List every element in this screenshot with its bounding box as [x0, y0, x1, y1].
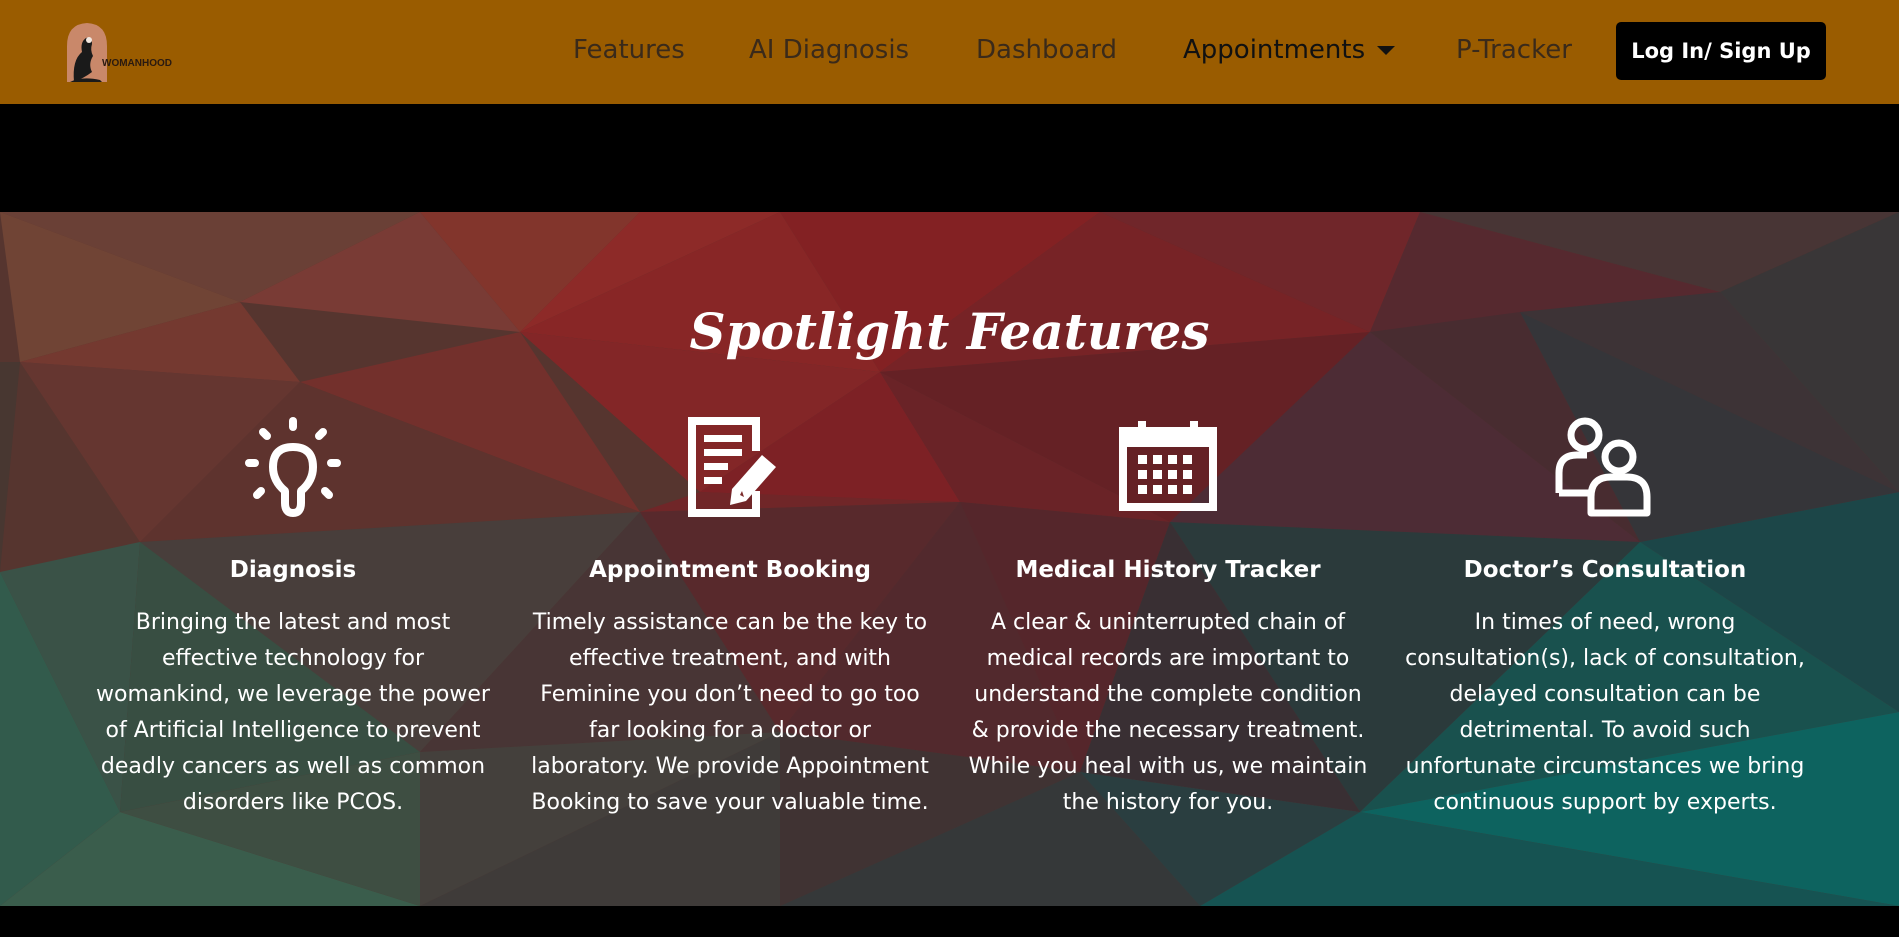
logo-emblem-icon — [67, 23, 107, 82]
feature-card-diagnosis: Diagnosis Bringing the latest and most e… — [83, 417, 503, 821]
feature-description: In times of need, wrong consultation(s),… — [1405, 610, 1805, 815]
lightbulb-icon — [245, 417, 341, 517]
feature-title: Appointment Booking — [589, 557, 871, 583]
feature-title: Diagnosis — [229, 557, 357, 583]
login-signup-button[interactable]: Log In/ Sign Up — [1616, 22, 1826, 80]
feature-card-doctor-consultation: Doctor’s Consultation In times of need, … — [1395, 417, 1815, 821]
calendar-icon — [1119, 421, 1217, 511]
chevron-down-icon — [1377, 46, 1396, 55]
nav-link-appointments-label: Appointments — [1183, 35, 1366, 65]
feature-card-appointment-booking: Appointment Booking Timely assistance ca… — [520, 417, 940, 821]
section-title: Spotlight Features — [689, 302, 1210, 361]
navbar: WOMANHOOD Features AI Diagnosis Dashboar… — [0, 0, 1899, 104]
nav-link-dashboard[interactable]: Dashboard — [976, 30, 1117, 70]
feature-title: Doctor’s Consultation — [1463, 557, 1747, 583]
nav-link-features[interactable]: Features — [573, 30, 685, 70]
users-icon — [1555, 417, 1651, 517]
nav-link-ai-diagnosis[interactable]: AI Diagnosis — [749, 30, 909, 70]
nav-link-p-tracker[interactable]: P-Tracker — [1456, 30, 1572, 70]
feature-description: A clear & uninterrupted chain of medical… — [968, 610, 1368, 815]
feature-title: Medical History Tracker — [1015, 557, 1321, 583]
feature-card-medical-history: Medical History Tracker A clear & uninte… — [958, 417, 1378, 821]
spotlight-features-section: Spotlight Features Diagnosis Bringing th… — [0, 212, 1899, 906]
feature-description: Bringing the latest and most effective t… — [96, 610, 490, 815]
womanhood-logo[interactable]: WOMANHOOD — [62, 20, 184, 84]
nav-dropdown-appointments[interactable]: Appointments — [1183, 30, 1396, 70]
footer-strip — [0, 906, 1899, 937]
logo-text: WOMANHOOD — [102, 58, 172, 69]
feature-description: Timely assistance can be the key to effe… — [531, 610, 929, 815]
hero-strip — [0, 104, 1899, 212]
document-edit-icon — [688, 417, 776, 517]
